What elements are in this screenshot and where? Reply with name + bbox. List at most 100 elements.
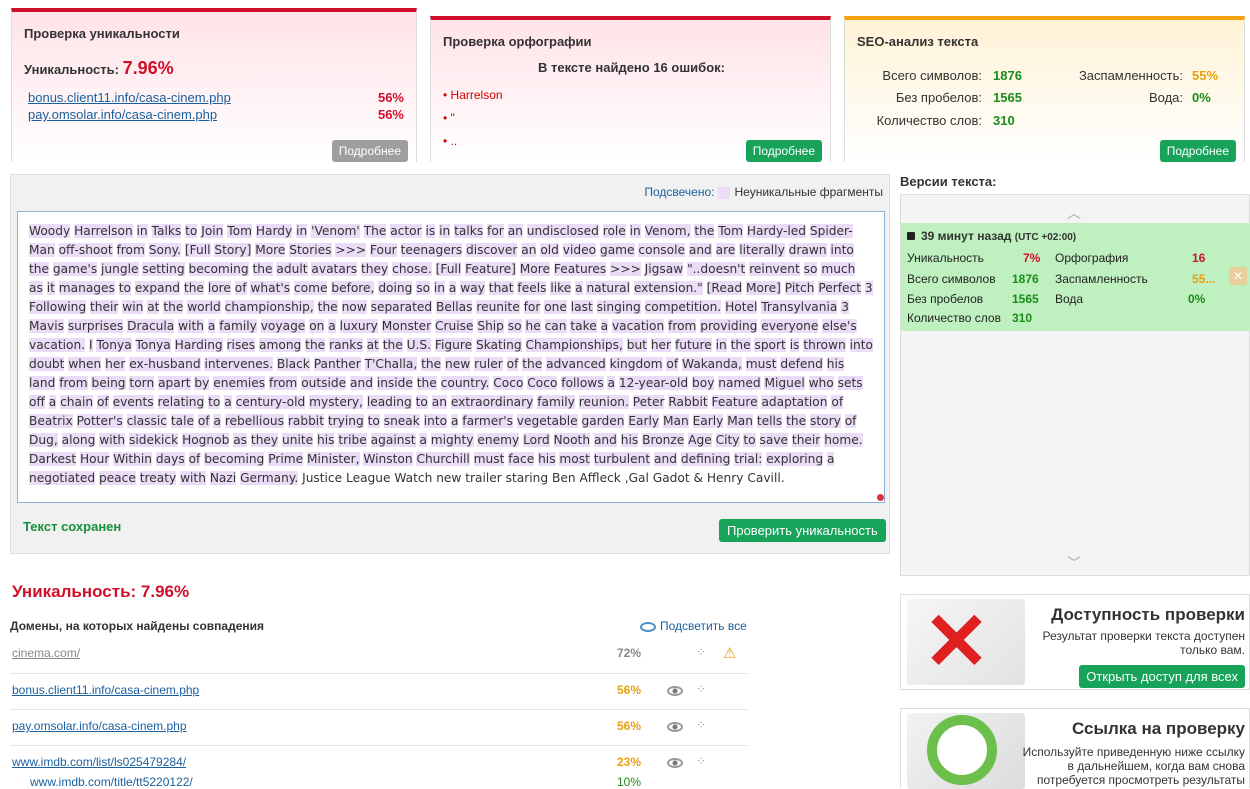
highlighted-word: Dug, xyxy=(29,433,58,447)
highlighted-word: negotiated xyxy=(29,471,96,485)
highlighted-word: relating xyxy=(157,395,205,409)
highlighted-word: the xyxy=(786,414,807,428)
highlighted-word: a xyxy=(607,376,615,390)
highlighted-word: Churchill xyxy=(416,452,470,466)
highlighted-word: to xyxy=(185,224,198,238)
highlighted-word: from xyxy=(116,243,145,257)
version-item[interactable]: 39 минут назад (UTC +02:00) Уникальность… xyxy=(901,223,1250,331)
move-icon[interactable]: ⁘ xyxy=(696,754,706,768)
highlighted-word: adaptation xyxy=(761,395,828,409)
highlighted-word: into xyxy=(849,338,873,352)
eye-icon[interactable] xyxy=(667,722,683,732)
domain-percent: 72% xyxy=(617,646,642,660)
move-icon[interactable]: ⁘ xyxy=(696,682,706,696)
highlighted-word: last xyxy=(570,300,593,314)
domain-row[interactable]: pay.omsolar.info/casa-cinem.php 56% ⁘ xyxy=(10,710,748,746)
highlighted-word: and xyxy=(688,243,712,257)
domain-row[interactable]: bonus.client11.info/casa-cinem.php 56% ⁘ xyxy=(10,674,748,710)
highlighted-word: is xyxy=(789,338,800,352)
domain-row[interactable]: cinema.com/ 72% ⁘ ⚠ xyxy=(10,638,748,674)
highlighted-word: now xyxy=(341,300,367,314)
highlighted-word: the xyxy=(382,338,403,352)
highlighted-word: Man xyxy=(663,414,689,428)
highlighted-word: manages xyxy=(58,281,115,295)
highlighted-word: into xyxy=(830,243,854,257)
version-value: 1565 xyxy=(1012,292,1039,306)
highlighted-word: >>> xyxy=(610,262,641,276)
eye-icon[interactable] xyxy=(667,686,683,696)
highlighted-word: peace xyxy=(98,471,136,485)
highlighted-word: undisclosed xyxy=(526,224,599,238)
domain-row[interactable]: www.imdb.com/list/ls025479284/ 23% ⁘ www… xyxy=(10,746,748,789)
scroll-up-icon[interactable]: ︿ xyxy=(1067,203,1081,223)
highlight-legend-text: Неуникальные фрагменты xyxy=(734,185,883,199)
highlighted-word: mighty xyxy=(430,433,474,447)
highlight-label: Подсвечено: xyxy=(644,185,715,199)
text-input[interactable]: Woody Harrelson in Talks to Join Tom Har… xyxy=(17,211,885,503)
highlighted-word: Following xyxy=(29,300,87,314)
highlighted-word: in xyxy=(296,224,308,238)
seo-more-button[interactable]: Подробнее xyxy=(1159,140,1236,162)
domain-link[interactable]: cinema.com/ xyxy=(12,646,80,660)
highlighted-word: he xyxy=(525,319,541,333)
highlighted-word: unite xyxy=(282,433,314,447)
match-link[interactable]: bonus.client11.info/casa-cinem.php xyxy=(28,90,231,105)
highlighted-word: a xyxy=(448,281,457,295)
highlighted-word: trial: xyxy=(734,452,763,466)
version-value: 0% xyxy=(1188,292,1206,306)
highlighted-word: defining xyxy=(680,452,731,466)
spelling-more-button[interactable]: Подробнее xyxy=(745,140,822,162)
spelling-error: • .. xyxy=(443,134,458,148)
domain-link[interactable]: pay.omsolar.info/casa-cinem.php xyxy=(12,719,187,733)
highlighted-word: Peter xyxy=(632,395,665,409)
highlighted-word: avatars xyxy=(311,262,358,276)
open-access-button[interactable]: Открыть доступ для всех xyxy=(1079,665,1245,688)
uniqueness-more-button[interactable]: Подробнее xyxy=(331,140,408,162)
highlighted-word: More xyxy=(255,243,286,257)
highlighted-word: rises xyxy=(226,338,256,352)
eye-icon[interactable] xyxy=(667,758,683,768)
highlighted-word: at xyxy=(366,338,379,352)
highlight-all-link[interactable]: Подсветить все xyxy=(640,619,747,633)
highlighted-word: Sony. xyxy=(148,243,182,257)
uniqueness-value: 7.96% xyxy=(122,58,174,78)
highlighted-word: teenagers xyxy=(400,243,463,257)
link-title: Ссылка на проверку xyxy=(1071,719,1245,738)
highlighted-word: Hardy-led xyxy=(746,224,807,238)
highlighted-word: Figure xyxy=(434,338,473,352)
highlighted-word: Four xyxy=(369,243,397,257)
highlighted-word: lore xyxy=(207,281,231,295)
highlighted-word: events xyxy=(112,395,154,409)
check-uniqueness-button[interactable]: Проверить уникальность xyxy=(719,519,886,542)
resize-handle[interactable] xyxy=(877,494,884,501)
versions-title: Версии текста: xyxy=(900,174,997,189)
highlighted-word: for xyxy=(487,224,504,238)
scroll-down-icon[interactable]: ﹀ xyxy=(1067,553,1081,573)
highlighted-word: kingdom xyxy=(609,357,663,371)
highlighted-word: voyage xyxy=(260,319,306,333)
domain-percent: 10% xyxy=(617,775,642,789)
domain-link[interactable]: bonus.client11.info/casa-cinem.php xyxy=(12,683,199,697)
highlighted-word: garden xyxy=(581,414,625,428)
domain-sublink[interactable]: www.imdb.com/title/tt5220122/ xyxy=(30,775,193,789)
move-icon[interactable]: ⁘ xyxy=(696,718,706,732)
highlighted-word: 12-year-old xyxy=(618,376,689,390)
highlighted-word: of xyxy=(844,414,857,428)
highlighted-word: take xyxy=(570,319,597,333)
move-icon[interactable]: ⁘ xyxy=(696,645,706,659)
highlighted-word: their xyxy=(89,300,119,314)
highlighted-word: follows xyxy=(561,376,604,390)
highlighted-word: thrown xyxy=(803,338,846,352)
delete-version-icon[interactable]: ✕ xyxy=(1229,267,1247,285)
eye-icon xyxy=(640,621,656,632)
uniqueness-panel: Проверка уникальности Уникальность: 7.96… xyxy=(11,8,417,162)
match-link[interactable]: pay.omsolar.info/casa-cinem.php xyxy=(28,107,217,122)
highlighted-word: of xyxy=(234,281,247,295)
highlighted-word: video xyxy=(562,243,597,257)
highlighted-word: like xyxy=(550,281,572,295)
highlighted-word: country. xyxy=(440,376,490,390)
highlighted-word: against xyxy=(370,433,416,447)
highlighted-word: competition. xyxy=(644,300,722,314)
seo-value: 55% xyxy=(1192,68,1219,83)
domain-link[interactable]: www.imdb.com/list/ls025479284/ xyxy=(12,755,186,769)
